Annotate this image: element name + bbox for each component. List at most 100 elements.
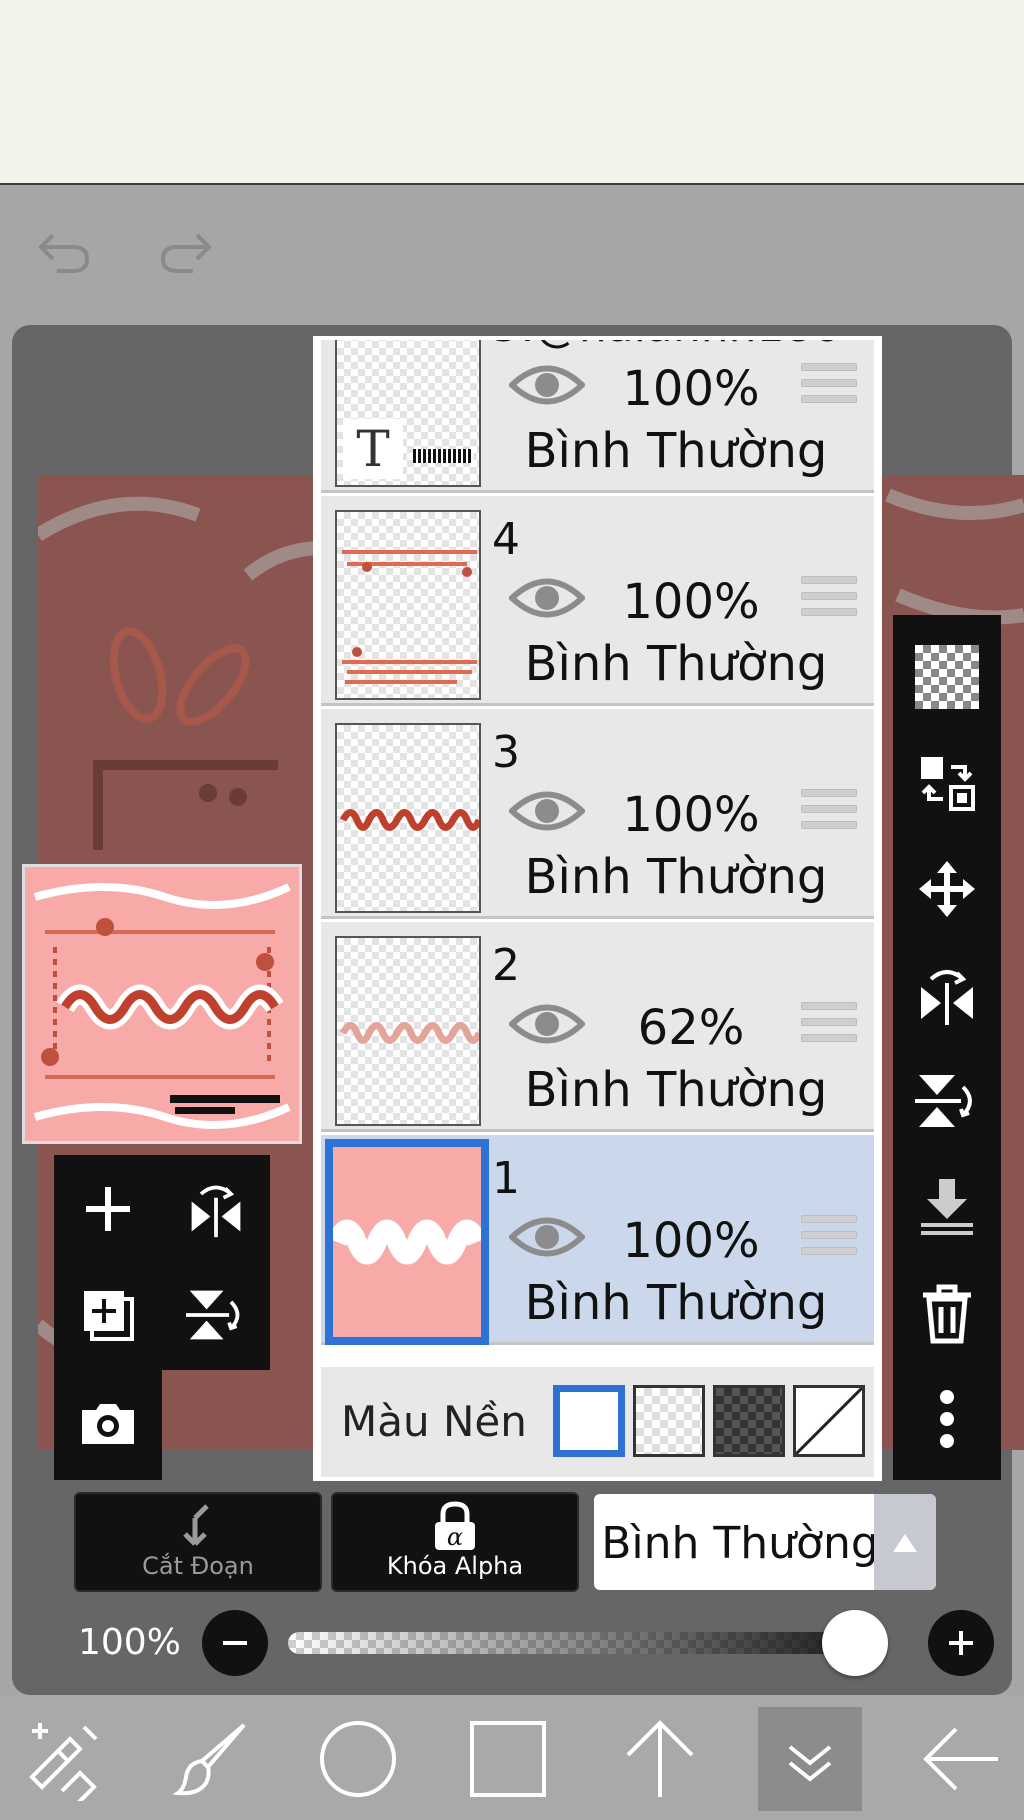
transparency-icon xyxy=(915,645,979,709)
background-color-row: Màu Nền xyxy=(321,1367,874,1477)
rectangle-tool-button[interactable] xyxy=(456,1707,560,1811)
right-toolbar xyxy=(893,615,1001,1480)
drag-handle[interactable] xyxy=(801,1002,857,1048)
clipping-button[interactable]: Cắt Đoạn xyxy=(74,1492,322,1592)
layer-thumbnail[interactable] xyxy=(325,1139,489,1345)
layer-row-3[interactable]: 3 100% Bình Thường xyxy=(321,709,874,919)
visibility-toggle[interactable] xyxy=(509,1207,585,1267)
background-white-swatch[interactable] xyxy=(553,1385,625,1457)
flip-vertical-icon xyxy=(915,1075,972,1127)
ellipse-tool-button[interactable] xyxy=(306,1707,410,1811)
merge-down-button[interactable] xyxy=(907,1167,987,1247)
transform-tool-icon xyxy=(29,1723,98,1801)
layer-row-5[interactable]: T 5:@halanhh186 100% Bình Thường xyxy=(321,340,874,493)
layer-thumbnail[interactable] xyxy=(335,510,481,700)
collapse-panel-button[interactable] xyxy=(758,1707,862,1811)
visibility-toggle[interactable] xyxy=(509,781,585,841)
flip-layer-button[interactable] xyxy=(176,1169,256,1249)
flip-layer-icon xyxy=(191,1185,241,1238)
layer-swap-button[interactable] xyxy=(907,743,987,823)
layer-number: 4 xyxy=(492,514,520,565)
background-color-label: Màu Nền xyxy=(341,1397,527,1446)
text-layer-icon: T xyxy=(343,419,403,479)
flip-horizontal-icon xyxy=(921,970,973,1025)
blend-mode-toggle[interactable] xyxy=(874,1494,936,1590)
flip-vertical-button[interactable] xyxy=(907,1061,987,1141)
layer-opacity: 62% xyxy=(637,1000,745,1056)
visibility-toggle[interactable] xyxy=(509,568,585,628)
rotate-layer-button[interactable] xyxy=(176,1275,256,1355)
drag-handle[interactable] xyxy=(801,1215,857,1261)
merge-down-icon xyxy=(921,1179,973,1235)
drag-handle[interactable] xyxy=(801,576,857,622)
layer-list[interactable]: T 5:@halanhh186 100% Bình Thường 4 100% … xyxy=(317,340,878,1363)
eye-icon xyxy=(509,578,585,618)
canvas-preview[interactable] xyxy=(22,864,302,1144)
duplicate-layer-icon xyxy=(84,1291,134,1341)
layer-row-4[interactable]: 4 100% Bình Thường xyxy=(321,496,874,706)
clipping-label: Cắt Đoạn xyxy=(142,1552,254,1580)
brush-tool-button[interactable] xyxy=(162,1707,266,1811)
layer-opacity: 100% xyxy=(622,1213,760,1269)
back-button[interactable] xyxy=(908,1707,1012,1811)
opacity-slider-knob[interactable] xyxy=(822,1610,888,1676)
alpha-lock-button[interactable]: α Khóa Alpha xyxy=(331,1492,579,1592)
layer-number: 1 xyxy=(492,1153,520,1204)
opacity-slider[interactable] xyxy=(288,1632,888,1654)
clipping-icon xyxy=(183,1504,209,1546)
duplicate-layer-button[interactable] xyxy=(68,1275,148,1355)
eye-icon xyxy=(509,1004,585,1044)
alpha-lock-label: Khóa Alpha xyxy=(386,1552,524,1580)
square-icon xyxy=(470,1721,546,1797)
more-options-button[interactable] xyxy=(907,1379,987,1459)
flip-horizontal-button[interactable] xyxy=(907,955,987,1035)
blend-mode-select[interactable]: Bình Thường xyxy=(594,1494,936,1590)
visibility-toggle[interactable] xyxy=(509,994,585,1054)
bottom-toolbar xyxy=(0,1695,1024,1820)
layer-blend-mode: Bình Thường xyxy=(524,849,828,905)
camera-button[interactable] xyxy=(68,1384,148,1464)
layer-row-2[interactable]: 2 62% Bình Thường xyxy=(321,922,874,1132)
redo-button[interactable] xyxy=(152,222,222,278)
circle-icon xyxy=(320,1721,396,1797)
drag-handle[interactable] xyxy=(801,363,857,409)
plus-icon xyxy=(949,1631,973,1655)
chevron-double-down-icon xyxy=(788,1745,832,1782)
layer-number: 5:@halanhh186 xyxy=(492,340,841,352)
layer-thumb-art xyxy=(333,1219,481,1265)
layer-opacity: 100% xyxy=(622,574,760,630)
redo-icon xyxy=(160,233,212,273)
layer-thumb-art xyxy=(339,1022,479,1044)
undo-button[interactable] xyxy=(28,222,98,278)
visibility-toggle[interactable] xyxy=(509,355,585,415)
layer-blend-mode: Bình Thường xyxy=(524,636,828,692)
move-button[interactable] xyxy=(907,849,987,929)
delete-layer-button[interactable] xyxy=(907,1273,987,1353)
move-icon xyxy=(919,861,975,917)
brush-tool-icon xyxy=(172,1723,246,1796)
drag-handle[interactable] xyxy=(801,789,857,835)
export-button[interactable] xyxy=(608,1707,712,1811)
transform-tool-button[interactable] xyxy=(12,1707,116,1811)
layer-number: 2 xyxy=(492,940,520,991)
background-dark-checker-swatch[interactable] xyxy=(713,1385,785,1457)
layer-row-1[interactable]: 1 100% Bình Thường xyxy=(321,1135,874,1345)
opacity-decrease-button[interactable] xyxy=(202,1610,268,1676)
svg-text:α: α xyxy=(447,1523,463,1551)
background-none-swatch[interactable] xyxy=(793,1385,865,1457)
layer-blend-mode: Bình Thường xyxy=(524,423,828,479)
layer-thumb-art xyxy=(413,449,473,463)
opacity-increase-button[interactable] xyxy=(928,1610,994,1676)
layer-thumbnail[interactable] xyxy=(335,723,481,913)
layer-thumbnail[interactable]: T xyxy=(335,340,481,487)
add-layer-button[interactable] xyxy=(68,1169,148,1249)
preview-artwork xyxy=(33,883,291,1129)
transparency-button[interactable] xyxy=(907,637,987,717)
undo-icon xyxy=(38,233,90,273)
add-layer-icon xyxy=(86,1187,130,1231)
opacity-value-label: 100% xyxy=(78,1622,181,1663)
minus-icon xyxy=(223,1641,247,1645)
layer-thumbnail[interactable] xyxy=(335,936,481,1126)
layer-thumb-art xyxy=(339,809,479,831)
background-light-checker-swatch[interactable] xyxy=(633,1385,705,1457)
